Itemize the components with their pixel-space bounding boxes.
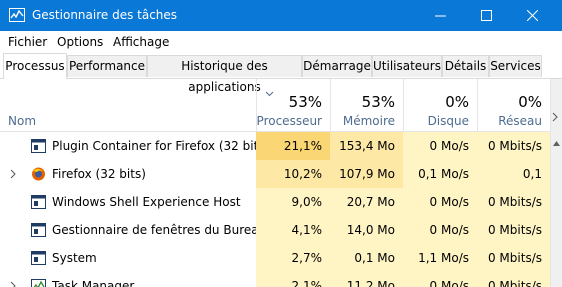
memory-label: Mémoire xyxy=(342,114,395,128)
scroll-up-icon[interactable] xyxy=(553,141,560,146)
process-name: Windows Shell Experience Host xyxy=(52,195,241,209)
tab-processus[interactable]: Processus xyxy=(3,53,67,79)
network-total: 0% xyxy=(518,93,542,111)
disk-value: 0 Mo/s xyxy=(403,132,477,160)
menu-options[interactable]: Options xyxy=(57,35,103,49)
memory-value: 20,7 Mo xyxy=(330,188,403,216)
network-value: 0 Mbits/s xyxy=(477,244,550,272)
cpu-value: 21,1% xyxy=(256,132,330,160)
network-value: 0 Mbits/s xyxy=(477,216,550,244)
menu-fichier[interactable]: Fichier xyxy=(8,35,47,49)
column-headers: Nom 53% Processeur 53% Mémoire 0% Disque… xyxy=(0,79,550,132)
tab-demarrage[interactable]: Démarrage xyxy=(302,55,372,77)
close-icon xyxy=(527,10,538,21)
process-row[interactable]: Task Manager 2,1% 11,2 Mo 0 Mo/s 0 Mbits… xyxy=(0,272,550,287)
chevron-right-icon[interactable] xyxy=(10,169,16,179)
disk-value: 0 Mo/s xyxy=(403,216,477,244)
cpu-value: 10,2% xyxy=(256,160,330,188)
chevron-right-icon[interactable] xyxy=(10,281,16,287)
disk-value: 0 Mo/s xyxy=(403,188,477,216)
process-name: Firefox (32 bits) xyxy=(52,167,146,181)
tab-bar: Processus Performance Historique des app… xyxy=(0,53,562,94)
process-row[interactable]: System 2,7% 0,1 Mo 1,1 Mo/s 0 Mbits/s xyxy=(0,244,550,272)
tab-utilisateurs[interactable]: Utilisateurs xyxy=(372,55,442,77)
menu-bar: Fichier Options Affichage xyxy=(0,31,562,53)
process-row[interactable]: Windows Shell Experience Host 9,0% 20,7 … xyxy=(0,188,550,216)
cpu-value: 4,1% xyxy=(256,216,330,244)
tab-historique-applications[interactable]: Historique des applications xyxy=(147,55,302,94)
minimize-icon xyxy=(435,15,446,17)
memory-value: 153,4 Mo xyxy=(330,132,403,160)
cpu-value: 9,0% xyxy=(256,188,330,216)
network-label: Réseau xyxy=(498,114,542,128)
close-button[interactable] xyxy=(510,0,556,31)
app-window-icon xyxy=(31,251,46,265)
memory-value: 14,0 Mo xyxy=(330,216,403,244)
disk-label: Disque xyxy=(427,114,469,128)
menu-affichage[interactable]: Affichage xyxy=(113,35,169,49)
chevron-right-icon xyxy=(552,112,558,122)
network-value: 0 Mbits/s xyxy=(477,132,550,160)
process-row[interactable]: Plugin Container for Firefox (32 bits) 2… xyxy=(0,132,550,160)
app-window-icon xyxy=(31,195,46,209)
memory-value: 11,2 Mo xyxy=(330,272,403,287)
cpu-total: 53% xyxy=(288,93,322,111)
tab-performance[interactable]: Performance xyxy=(67,55,147,77)
cpu-value: 2,7% xyxy=(256,244,330,272)
tab-services[interactable]: Services xyxy=(489,55,542,77)
process-name: Task Manager xyxy=(52,279,135,287)
memory-value: 0,1 Mo xyxy=(330,244,403,272)
tab-details[interactable]: Détails xyxy=(442,55,489,77)
maximize-icon xyxy=(481,10,492,21)
minimize-button[interactable] xyxy=(418,0,464,31)
process-list: Plugin Container for Firefox (32 bits) 2… xyxy=(0,132,550,287)
process-row[interactable]: Firefox (32 bits) 10,2% 107,9 Mo 0,1 Mo/… xyxy=(0,160,550,209)
memory-total: 53% xyxy=(361,93,395,111)
disk-value: 0,1 Mo/s xyxy=(403,160,477,188)
column-header-name[interactable]: Nom xyxy=(8,114,36,128)
task-manager-icon xyxy=(9,8,25,22)
process-name: Plugin Container for Firefox (32 bits) xyxy=(52,139,270,153)
maximize-button[interactable] xyxy=(464,0,510,31)
disk-total: 0% xyxy=(445,93,469,111)
cpu-label: Processeur xyxy=(256,114,322,128)
memory-value: 107,9 Mo xyxy=(330,160,403,188)
process-name: Gestionnaire de fenêtres du Bureau xyxy=(52,223,267,237)
disk-value: 1,1 Mo/s xyxy=(403,244,477,272)
network-value: 0,1 Mbits/s xyxy=(477,160,550,209)
firefox-icon xyxy=(32,167,45,181)
title-bar: Gestionnaire des tâches xyxy=(0,0,562,31)
vertical-scrollbar[interactable] xyxy=(550,79,562,287)
window-title: Gestionnaire des tâches xyxy=(32,8,178,22)
cpu-value: 2,1% xyxy=(256,272,330,287)
app-window-icon xyxy=(31,139,46,153)
disk-value: 0 Mo/s xyxy=(403,272,477,287)
network-value: 0 Mbits/s xyxy=(477,272,550,287)
app-window-icon xyxy=(31,223,46,237)
network-value: 0 Mbits/s xyxy=(477,188,550,216)
process-name: System xyxy=(52,251,97,265)
task-manager-icon xyxy=(31,279,46,287)
process-row[interactable]: Gestionnaire de fenêtres du Bureau 4,1% … xyxy=(0,216,550,244)
